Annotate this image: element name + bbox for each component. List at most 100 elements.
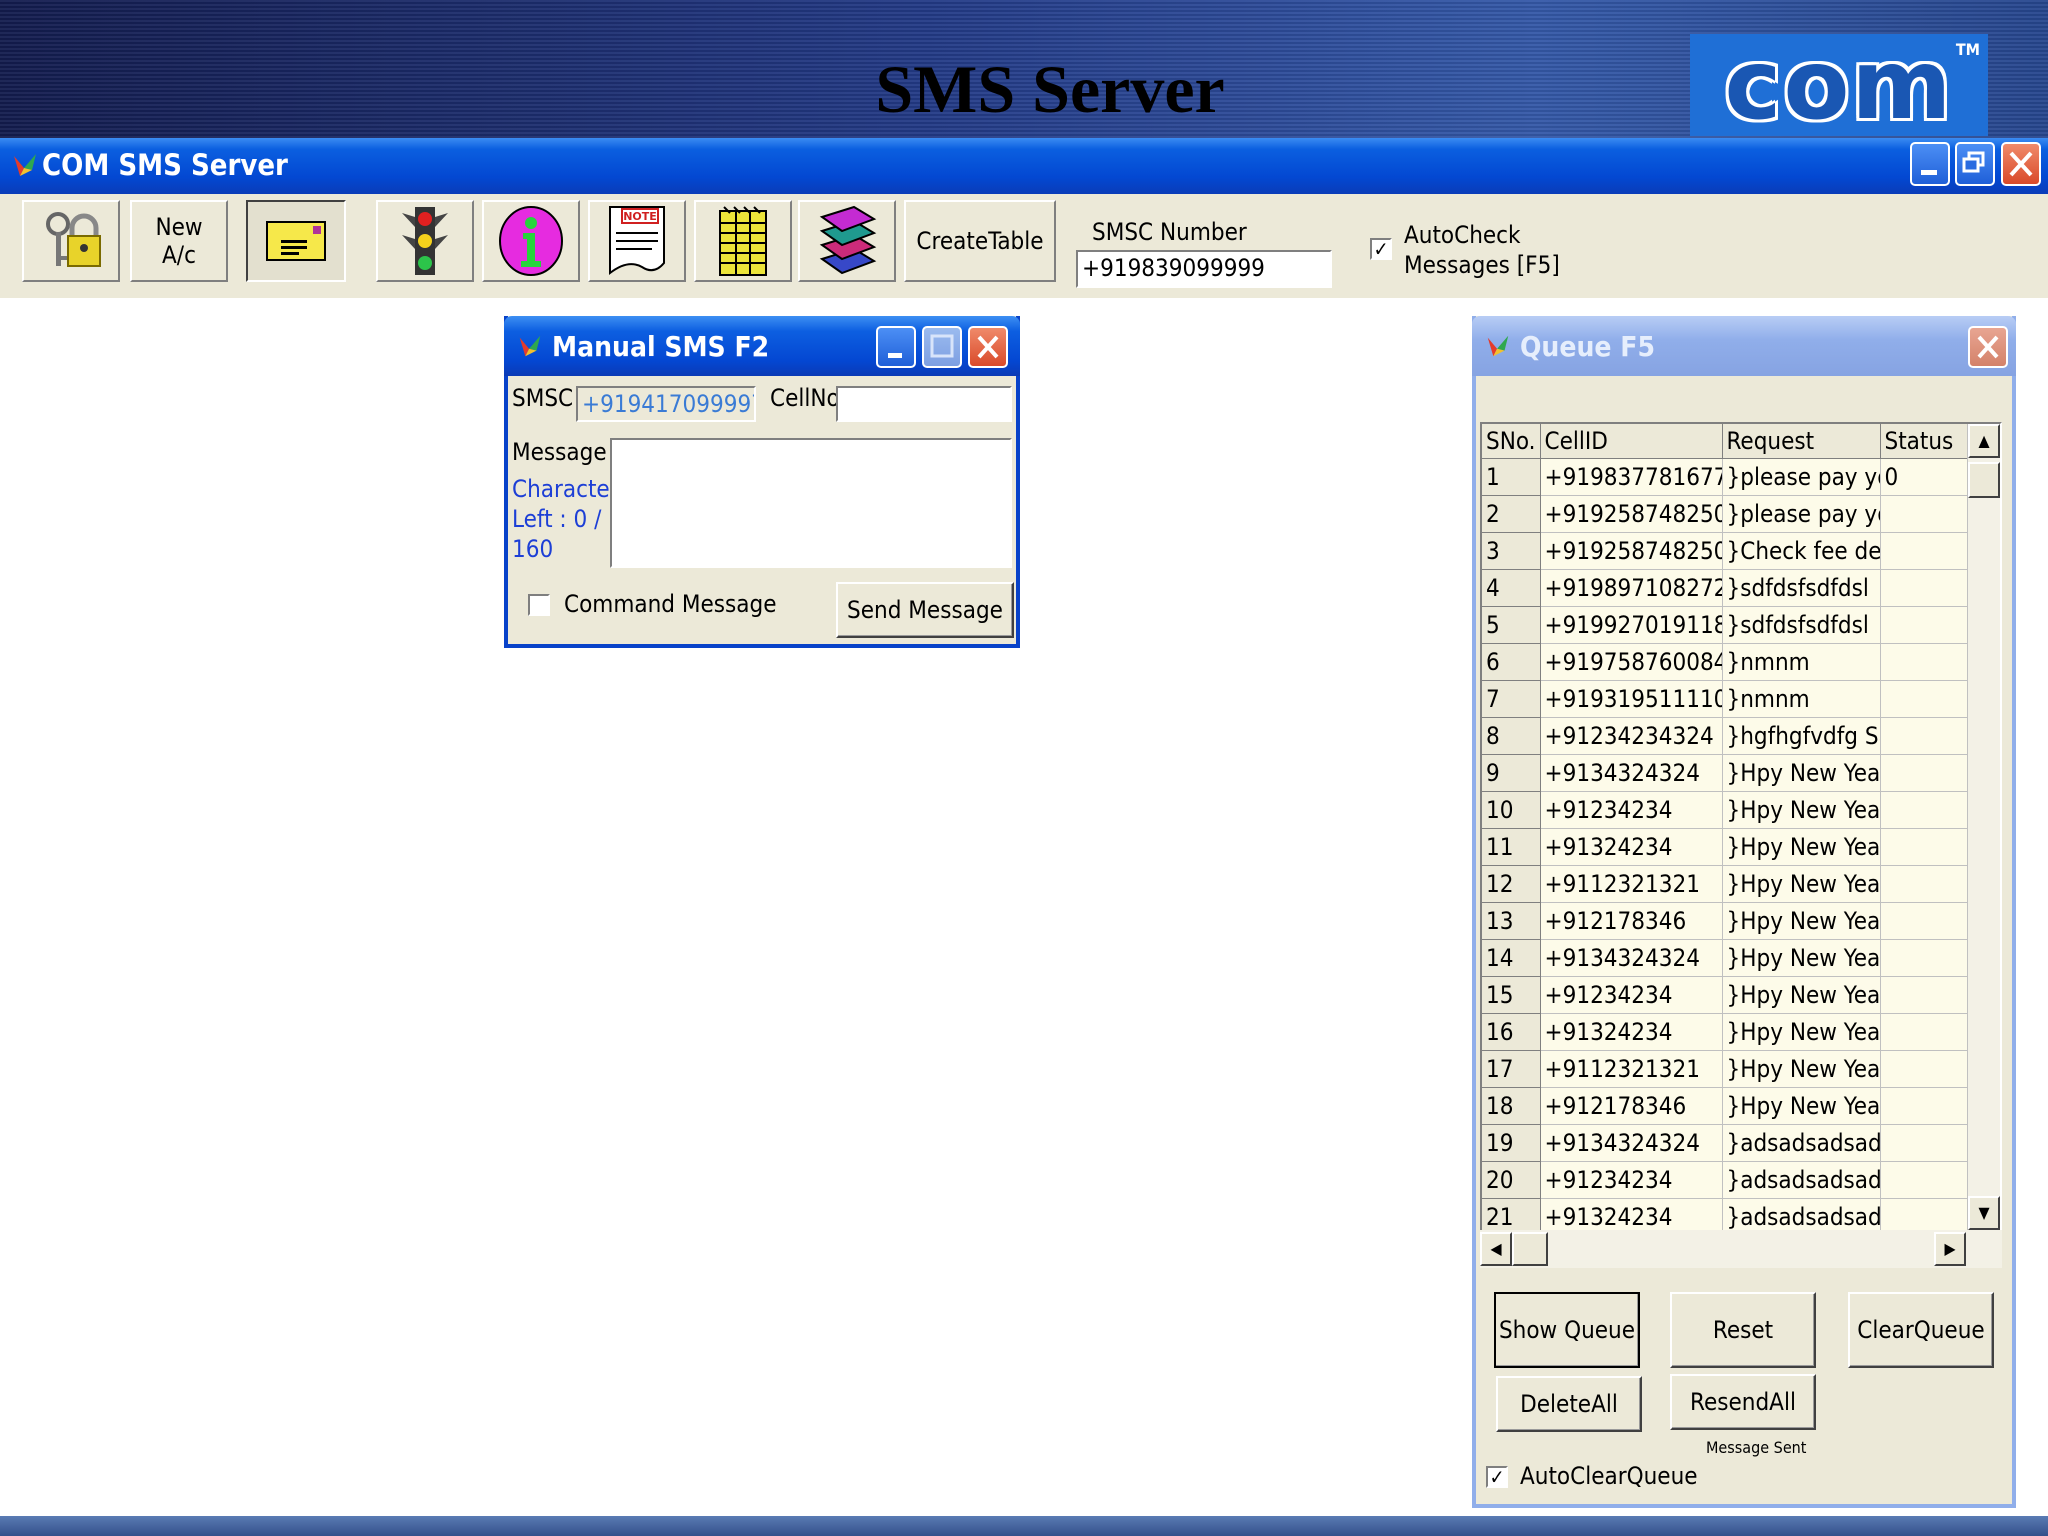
cell-sno[interactable]: 20: [1482, 1161, 1541, 1199]
cell-request[interactable]: }please pay you: [1722, 458, 1881, 496]
scroll-thumb[interactable]: [1968, 462, 2000, 498]
message-textarea[interactable]: [610, 438, 1012, 568]
cell-status[interactable]: [1880, 754, 1971, 792]
table-row[interactable]: 11 +91324234}Hpy New Year: [1482, 828, 1971, 866]
horizontal-scroll-thumb[interactable]: [1512, 1232, 1548, 1266]
manual-sms-button[interactable]: [246, 200, 346, 282]
scroll-right-button[interactable]: ▶: [1934, 1232, 1966, 1266]
table-row[interactable]: 15 +91234234}Hpy New Year: [1482, 976, 1971, 1014]
cell-sno[interactable]: 16: [1482, 1013, 1541, 1051]
resend-all-button[interactable]: ResendAll: [1670, 1374, 1816, 1430]
table-row[interactable]: 1+919837781677}please pay you0: [1482, 458, 1971, 496]
table-row[interactable]: 12 +9112321321}Hpy New Year: [1482, 865, 1971, 903]
cell-request[interactable]: }Hpy New Year: [1722, 1050, 1881, 1088]
queue-vertical-scrollbar[interactable]: ▲ ▼: [1967, 424, 2000, 1230]
cell-sno[interactable]: 12: [1482, 865, 1541, 903]
cell-request[interactable]: }Check fee def.: [1722, 532, 1881, 570]
cell-sno[interactable]: 14: [1482, 939, 1541, 977]
cell-sno[interactable]: 1: [1482, 458, 1541, 496]
create-table-button[interactable]: CreateTable: [904, 200, 1056, 282]
scroll-down-button[interactable]: ▼: [1968, 1196, 2000, 1230]
smsc-number-input[interactable]: +919839099999: [1076, 250, 1332, 288]
cell-request[interactable]: }Hpy New Year: [1722, 939, 1881, 977]
column-header-cellid[interactable]: CellID: [1540, 424, 1723, 459]
cell-sno[interactable]: 5: [1482, 606, 1541, 644]
cell-sno[interactable]: 15: [1482, 976, 1541, 1014]
minimize-button[interactable]: [1910, 142, 1950, 186]
cell-sno[interactable]: 10: [1482, 791, 1541, 829]
cell-status[interactable]: [1880, 1198, 1971, 1230]
table-row[interactable]: 20 +91234234}adsadsadsad: [1482, 1161, 1971, 1199]
note-button[interactable]: NOTE: [588, 200, 686, 282]
cell-sno[interactable]: 4: [1482, 569, 1541, 607]
cell-status[interactable]: [1880, 902, 1971, 940]
cell-cellid[interactable]: +919258748250: [1540, 495, 1723, 533]
column-header-sno[interactable]: SNo.: [1482, 424, 1541, 459]
cell-status[interactable]: [1880, 1124, 1971, 1162]
manual-sms-minimize-button[interactable]: [876, 326, 916, 368]
table-row[interactable]: 21 +91324234}adsadsadsad: [1482, 1198, 1971, 1230]
cell-request[interactable]: }Hpy New Year: [1722, 754, 1881, 792]
column-header-request[interactable]: Request: [1722, 424, 1881, 459]
table-row[interactable]: 18 +912178346}Hpy New Year: [1482, 1087, 1971, 1125]
cell-request[interactable]: }sdfdsfsdfdsl: [1722, 569, 1881, 607]
cell-sno[interactable]: 9: [1482, 754, 1541, 792]
cell-cellid[interactable]: +9134324324: [1540, 939, 1723, 977]
autocheck-checkbox[interactable]: ✓: [1370, 238, 1392, 260]
cell-request[interactable]: }nmnm: [1722, 643, 1881, 681]
table-row[interactable]: 19 +9134324324}adsadsadsad: [1482, 1124, 1971, 1162]
cell-request[interactable]: }Hpy New Year: [1722, 902, 1881, 940]
cell-sno[interactable]: 19: [1482, 1124, 1541, 1162]
scroll-left-button[interactable]: ◀: [1480, 1232, 1512, 1266]
cell-status[interactable]: [1880, 569, 1971, 607]
cell-cellid[interactable]: +91234234: [1540, 976, 1723, 1014]
show-queue-button[interactable]: Show Queue: [1494, 1292, 1640, 1368]
scroll-up-button[interactable]: ▲: [1968, 424, 2000, 458]
cell-cellid[interactable]: +91324234: [1540, 1198, 1723, 1230]
cell-sno[interactable]: 3: [1482, 532, 1541, 570]
queue-horizontal-scrollbar[interactable]: ◀ ▶: [1480, 1230, 2002, 1268]
cell-sno[interactable]: 6: [1482, 643, 1541, 681]
cell-sno[interactable]: 2: [1482, 495, 1541, 533]
reset-button[interactable]: Reset: [1670, 1292, 1816, 1368]
cell-cellid[interactable]: +919927019118: [1540, 606, 1723, 644]
cell-request[interactable]: }hgfhgfvdfg Sa: [1722, 717, 1881, 755]
cell-status[interactable]: [1880, 976, 1971, 1014]
table-row[interactable]: 6 +919758760084}nmnm: [1482, 643, 1971, 681]
info-button[interactable]: [482, 200, 580, 282]
cell-cellid[interactable]: +919837781677: [1540, 458, 1723, 496]
cell-cellid[interactable]: +919319511110: [1540, 680, 1723, 718]
cell-request[interactable]: }Hpy New Year: [1722, 828, 1881, 866]
cell-request[interactable]: }Hpy New Year: [1722, 1087, 1881, 1125]
cell-cellid[interactable]: +91324234: [1540, 828, 1723, 866]
lock-button[interactable]: [22, 200, 120, 282]
cell-status[interactable]: [1880, 606, 1971, 644]
column-header-status[interactable]: Status: [1880, 424, 1971, 459]
table-row[interactable]: 3 +919258748250}Check fee def.: [1482, 532, 1971, 570]
command-message-checkbox[interactable]: [528, 594, 550, 616]
cell-cellid[interactable]: +9112321321: [1540, 1050, 1723, 1088]
clear-queue-button[interactable]: ClearQueue: [1848, 1292, 1994, 1368]
cell-cellid[interactable]: +919758760084: [1540, 643, 1723, 681]
cell-status[interactable]: [1880, 532, 1971, 570]
cell-status[interactable]: [1880, 1013, 1971, 1051]
cell-sno[interactable]: 8: [1482, 717, 1541, 755]
manual-sms-titlebar[interactable]: Manual SMS F2: [504, 316, 1020, 376]
cell-sno[interactable]: 13: [1482, 902, 1541, 940]
cell-cellid[interactable]: +9134324324: [1540, 754, 1723, 792]
cell-cellid[interactable]: +912178346: [1540, 1087, 1723, 1125]
cell-cellid[interactable]: +91234234: [1540, 791, 1723, 829]
cell-sno[interactable]: 17: [1482, 1050, 1541, 1088]
cell-cellid[interactable]: +919897108272: [1540, 569, 1723, 607]
queue-titlebar[interactable]: Queue F5: [1472, 316, 2016, 376]
table-row[interactable]: 17 +9112321321}Hpy New Year: [1482, 1050, 1971, 1088]
cell-request[interactable]: }Hpy New Year: [1722, 1013, 1881, 1051]
cell-sno[interactable]: 7: [1482, 680, 1541, 718]
cell-request[interactable]: }Hpy New Year: [1722, 791, 1881, 829]
restore-button[interactable]: [1955, 142, 1995, 186]
table-row[interactable]: 16 +91324234}Hpy New Year: [1482, 1013, 1971, 1051]
cell-status[interactable]: [1880, 495, 1971, 533]
table-row[interactable]: 4 +919897108272}sdfdsfsdfdsl: [1482, 569, 1971, 607]
cell-status[interactable]: [1880, 865, 1971, 903]
cell-sno[interactable]: 11: [1482, 828, 1541, 866]
